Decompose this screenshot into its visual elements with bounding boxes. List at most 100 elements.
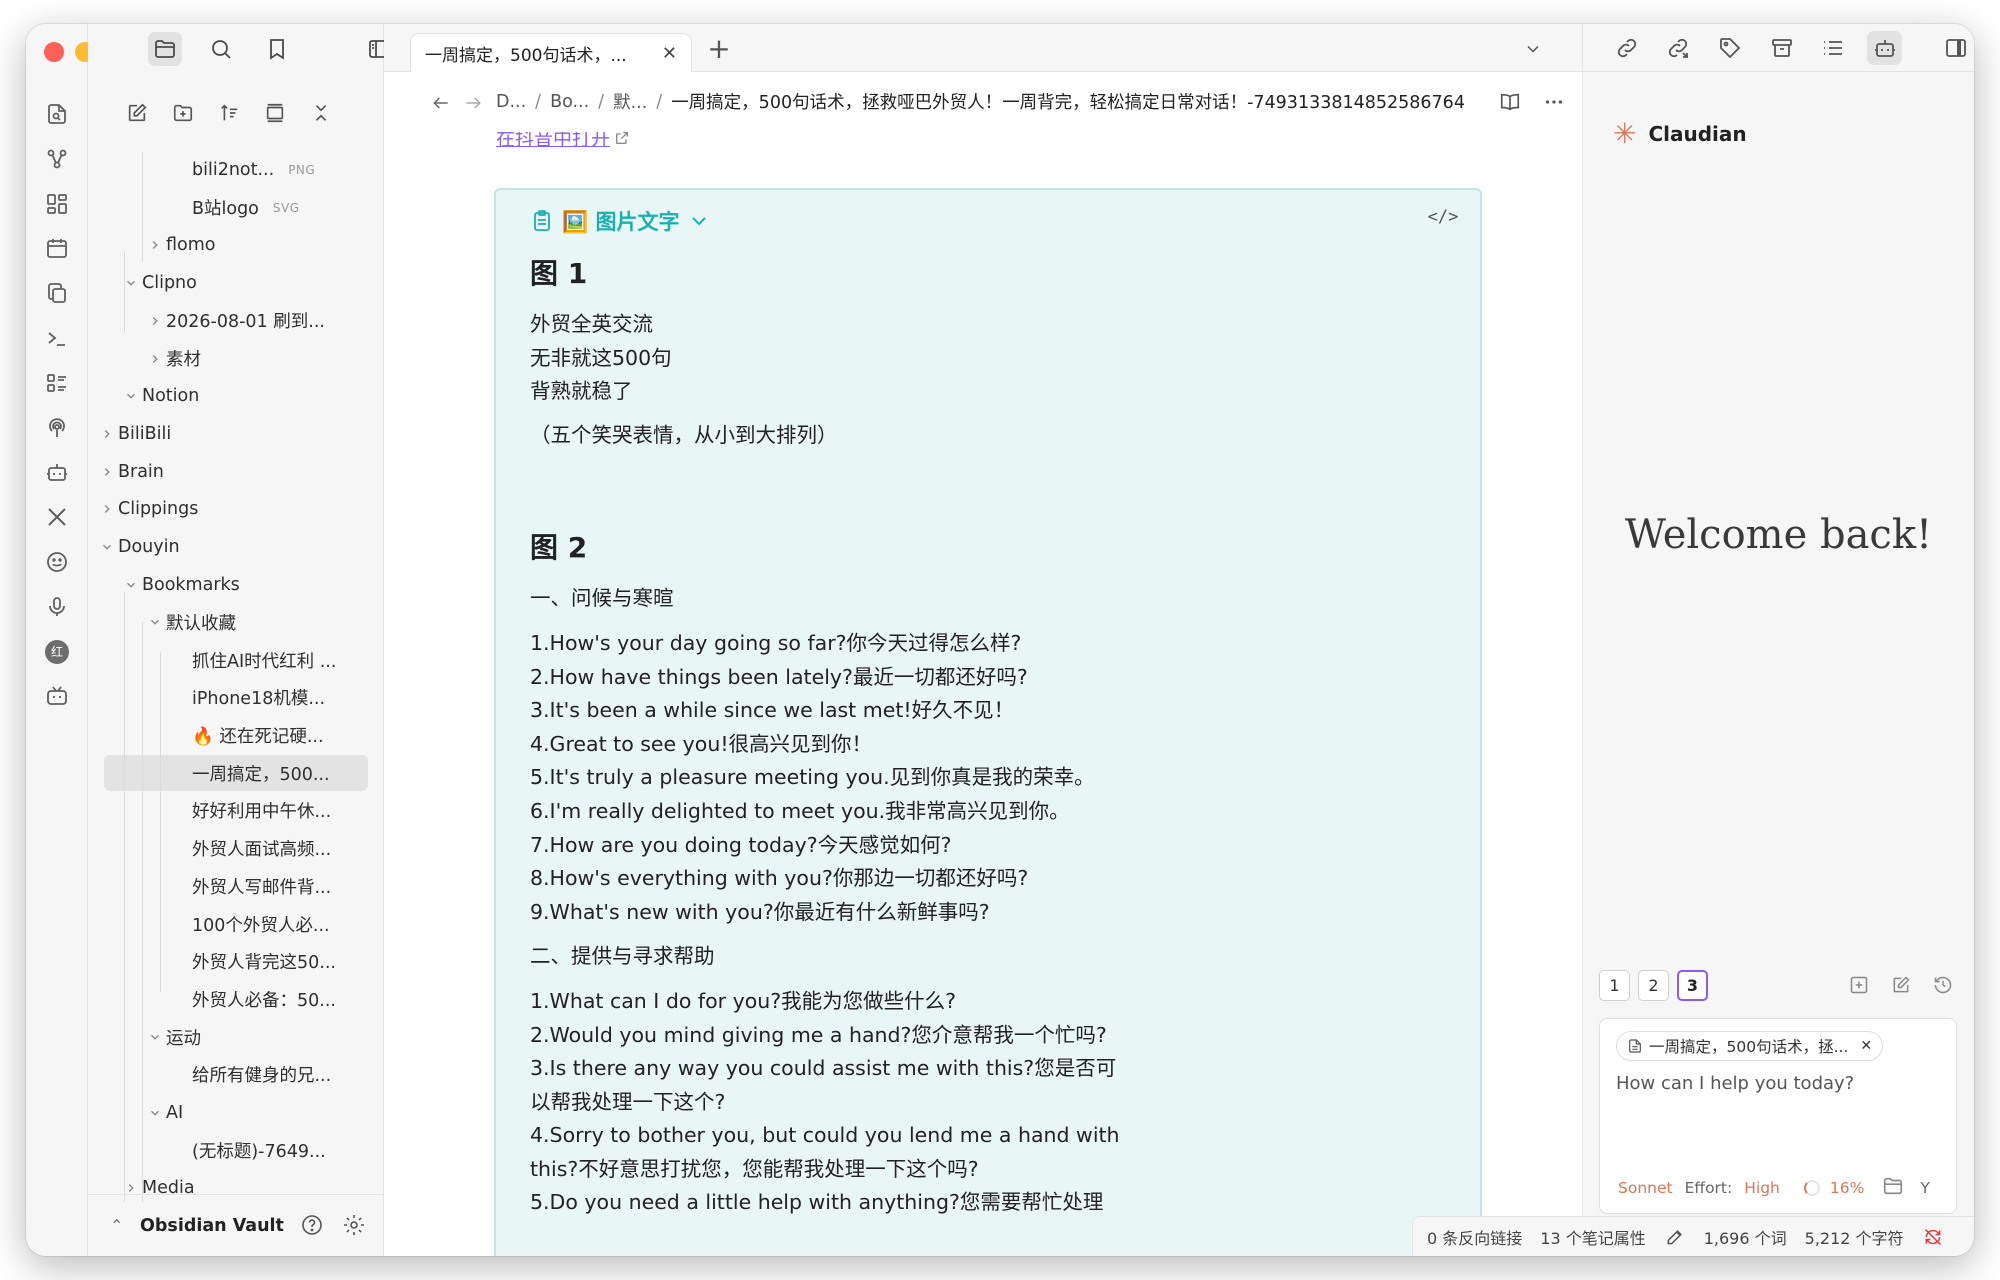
reading-view-icon[interactable] xyxy=(1496,88,1524,116)
back-arrow-icon[interactable] xyxy=(428,90,454,116)
bot-icon[interactable] xyxy=(39,454,75,490)
tree-folder[interactable]: flomo xyxy=(144,227,215,263)
tree-folder[interactable]: BiliBili xyxy=(96,416,171,452)
tag-icon[interactable] xyxy=(1712,31,1748,65)
context-file-chip[interactable]: 一周搞定，500句话术，拯... ✕ xyxy=(1616,1031,1884,1061)
tree-file[interactable]: B站logo SVG xyxy=(168,190,300,226)
open-in-douyin-link[interactable]: 在抖音中打开 xyxy=(496,132,630,151)
remove-context-icon[interactable]: ✕ xyxy=(1860,1038,1872,1054)
callout-body: 图 1 外贸全英交流 无非就这500句 背熟就稳了 （五个笑哭表情，从小到大排列… xyxy=(530,254,1470,1220)
tree-folder[interactable]: 素材 xyxy=(144,341,201,377)
close-all-icon[interactable] xyxy=(304,96,338,130)
tree-file[interactable]: 外贸人面试高频... xyxy=(168,831,331,867)
tree-item-label: 好好利用中午休... xyxy=(192,802,332,823)
settings-icon[interactable] xyxy=(340,1211,368,1239)
vault-switcher[interactable]: ⌃ Obsidian Vault xyxy=(88,1194,384,1256)
close-tab-icon[interactable]: ✕ xyxy=(662,43,677,64)
copy-icon[interactable] xyxy=(39,275,75,311)
tree-file[interactable]: 外贸人背完这50... xyxy=(168,944,336,980)
tree-folder[interactable]: Clipno xyxy=(120,265,197,301)
new-tab-icon[interactable] xyxy=(1846,972,1872,998)
chevron-down-icon xyxy=(144,615,166,629)
graph-icon[interactable] xyxy=(39,141,75,177)
tree-folder[interactable]: Notion xyxy=(120,378,199,414)
conversation-tab-active[interactable]: 3 xyxy=(1677,970,1708,1001)
tab-active-note[interactable]: 一周搞定，500句话术，... ✕ xyxy=(410,33,692,73)
forward-arrow-icon[interactable] xyxy=(460,90,486,116)
tree-folder[interactable]: 2026-08-01 刷到... xyxy=(144,303,325,339)
tree-folder[interactable]: Douyin xyxy=(96,529,180,565)
tree-file[interactable]: 外贸人必备：50... xyxy=(168,981,336,1017)
tree-file[interactable]: 好好利用中午休... xyxy=(168,793,331,829)
close-window-button[interactable] xyxy=(44,42,64,62)
tree-file[interactable]: 一周搞定，500... xyxy=(104,755,368,792)
chat-input-box[interactable]: 一周搞定，500句话术，拯... ✕ How can I help you to… xyxy=(1599,1018,1957,1214)
note-title[interactable]: 一周搞定，500句话术，拯救哑巴外贸人！一周背完，轻松搞定日常对话！-74931… xyxy=(671,89,1465,114)
microphone-icon[interactable] xyxy=(39,589,75,625)
edit-pencil-icon[interactable] xyxy=(1664,1226,1686,1248)
x-logo-icon[interactable] xyxy=(39,499,75,535)
new-tab-icon[interactable]: + xyxy=(704,34,734,64)
text-line: this?不好意思打扰您，您能帮我处理一下这个吗? xyxy=(530,1156,979,1181)
more-options-icon[interactable] xyxy=(1540,88,1568,116)
bookmark-icon[interactable] xyxy=(260,32,294,66)
bot-icon[interactable] xyxy=(1866,30,1903,65)
tree-file[interactable]: 抓住AI时代红利 ... xyxy=(168,642,336,678)
search-icon[interactable] xyxy=(204,32,238,66)
tree-file[interactable]: 🔥 还在死记硬... xyxy=(168,718,324,754)
callout-title[interactable]: 🖼️ 图片文字 xyxy=(530,206,711,236)
list-icon[interactable] xyxy=(39,365,75,401)
archive-icon[interactable] xyxy=(1764,31,1800,65)
bilibili-icon[interactable] xyxy=(39,678,75,714)
file-search-icon[interactable] xyxy=(39,96,75,132)
breadcrumb-item[interactable]: D... xyxy=(496,92,526,112)
tree-file[interactable]: iPhone18机模... xyxy=(168,680,325,716)
tree-folder[interactable]: 运动 xyxy=(144,1019,201,1055)
backlinks-count[interactable]: 0 条反向链接 xyxy=(1427,1225,1522,1249)
folder-icon[interactable] xyxy=(1882,1175,1904,1201)
calendar-icon[interactable] xyxy=(39,230,75,266)
tree-file[interactable]: (无标题)-7649... xyxy=(168,1132,326,1168)
chevron-down-icon[interactable] xyxy=(1520,36,1546,62)
sort-icon[interactable] xyxy=(212,96,246,130)
properties-count[interactable]: 13 个笔记属性 xyxy=(1540,1225,1645,1249)
tree-folder[interactable]: 默认收藏 xyxy=(144,604,236,640)
collapse-icon[interactable] xyxy=(258,96,292,130)
tree-folder[interactable]: Brain xyxy=(96,454,164,490)
effort-selector[interactable]: High xyxy=(1744,1179,1780,1197)
sync-error-icon[interactable] xyxy=(1922,1226,1944,1248)
chat-prompt-placeholder[interactable]: How can I help you today? xyxy=(1616,1073,1854,1094)
text-line: 9.What's new with you?你最近有什么新鲜事吗? xyxy=(530,899,990,924)
tree-folder[interactable]: AI xyxy=(144,1095,183,1131)
code-view-icon[interactable]: </> xyxy=(1428,202,1459,232)
tree-file[interactable]: 外贸人写邮件背... xyxy=(168,868,331,904)
sidebar-right-icon[interactable] xyxy=(1938,31,1974,65)
canvas-icon[interactable] xyxy=(39,186,75,222)
chevron-down-icon xyxy=(144,1106,166,1120)
tree-folder[interactable]: Bookmarks xyxy=(120,567,240,603)
terminal-icon[interactable] xyxy=(39,320,75,356)
tree-file[interactable]: bili2not... PNG xyxy=(168,152,315,188)
new-conversation-icon[interactable] xyxy=(1888,972,1914,998)
conversation-tab[interactable]: 2 xyxy=(1638,970,1669,1001)
new-folder-icon[interactable] xyxy=(166,96,200,130)
help-icon[interactable] xyxy=(298,1211,326,1239)
conversation-tab[interactable]: 1 xyxy=(1599,970,1630,1001)
new-note-icon[interactable] xyxy=(120,96,154,130)
tree-file[interactable]: 给所有健身的兄... xyxy=(168,1057,331,1093)
history-icon[interactable] xyxy=(1930,972,1956,998)
folder-icon[interactable] xyxy=(148,32,182,66)
breadcrumb-item[interactable]: 默... xyxy=(613,89,647,114)
tree-folder[interactable]: Clippings xyxy=(96,491,198,527)
breadcrumb-item[interactable]: Bo... xyxy=(550,92,589,112)
tree-file[interactable]: 100个外贸人必... xyxy=(168,906,330,942)
outgoing-link-icon[interactable] xyxy=(1661,31,1697,65)
figure-1-heading: 图 1 xyxy=(530,257,588,290)
link-icon[interactable] xyxy=(1609,31,1645,65)
truncated-control[interactable]: Y xyxy=(1920,1179,1929,1197)
face-icon[interactable] xyxy=(39,544,75,580)
outline-icon[interactable] xyxy=(1815,31,1851,65)
model-selector[interactable]: Sonnet xyxy=(1618,1179,1673,1197)
xiaohongshu-icon[interactable]: 红 xyxy=(39,634,75,670)
podcast-icon[interactable] xyxy=(39,410,75,446)
